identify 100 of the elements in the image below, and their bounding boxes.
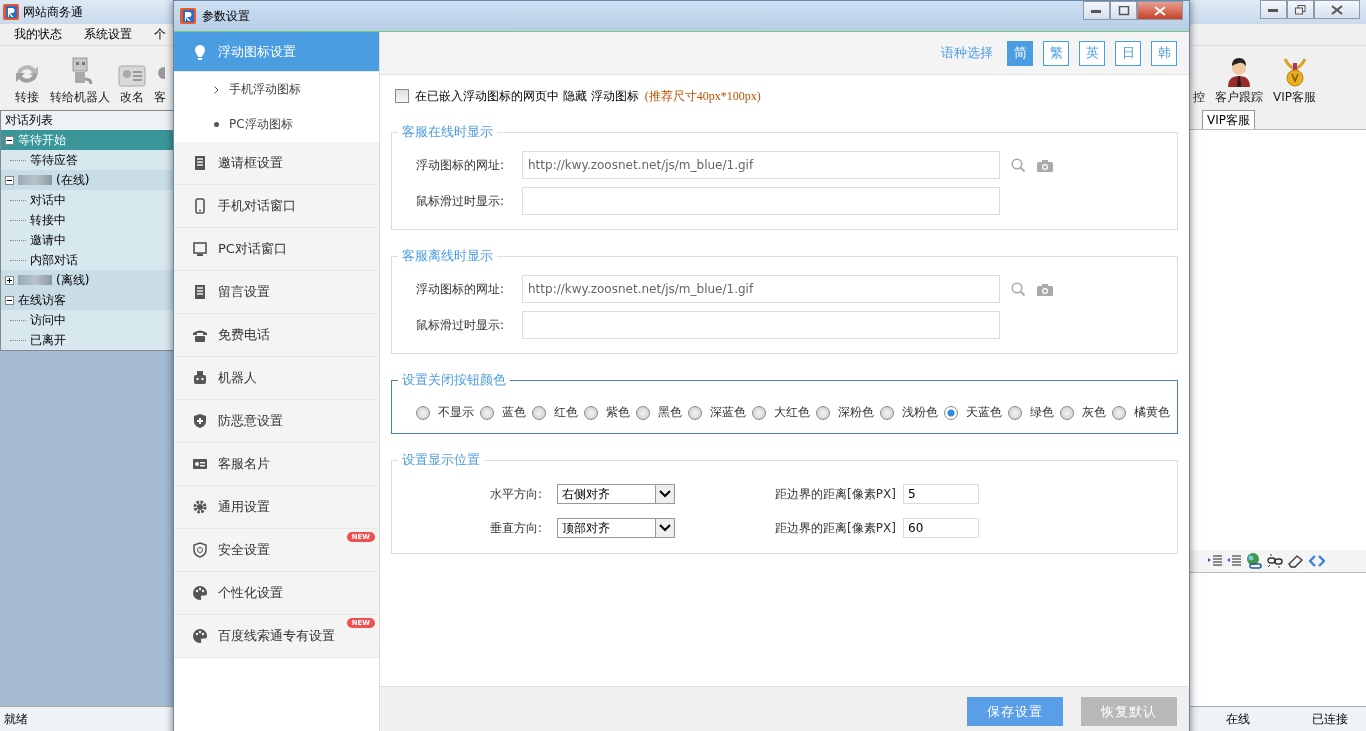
- toolbar-button[interactable]: 客: [154, 61, 166, 106]
- collapse-icon[interactable]: [5, 135, 14, 145]
- radio-button[interactable]: [584, 405, 598, 420]
- radio-label: 黑色: [658, 404, 682, 421]
- search-icon[interactable]: [1011, 281, 1026, 297]
- close-button[interactable]: [1314, 0, 1360, 19]
- close-button[interactable]: [1137, 1, 1183, 20]
- group-title: 客服离线时显示: [401, 247, 494, 265]
- radio-button[interactable]: [880, 405, 894, 420]
- menu-icon: [192, 585, 208, 601]
- tree-item[interactable]: 等待应答: [1, 150, 177, 170]
- radio-button[interactable]: [636, 405, 650, 420]
- hover-text-field[interactable]: [522, 311, 1000, 339]
- minimize-button[interactable]: [1260, 0, 1287, 19]
- code-icon[interactable]: [1309, 555, 1325, 567]
- radio-button[interactable]: [532, 405, 546, 420]
- window-title: 网站商务通: [23, 3, 83, 21]
- tree-item[interactable]: 对话中: [1, 190, 177, 210]
- globe-link-icon[interactable]: [1246, 553, 1262, 569]
- checkbox[interactable]: [395, 89, 409, 103]
- sidebar-item[interactable]: 通用设置: [174, 486, 379, 529]
- tree-item[interactable]: 转接中: [1, 210, 177, 230]
- radio-label: 深粉色: [838, 404, 874, 421]
- connection-status: 已连接: [1312, 710, 1348, 728]
- outdent-icon[interactable]: [1227, 555, 1241, 567]
- field-label: 水平方向:: [488, 485, 542, 503]
- radio-button[interactable]: [688, 405, 702, 420]
- hover-text-field[interactable]: [522, 187, 1000, 215]
- menu-icon: [192, 370, 208, 386]
- field-label: 鼠标滑过时显示:: [415, 316, 506, 334]
- radio-label: 橘黄色: [1134, 404, 1170, 421]
- menu-item[interactable]: 系统设置: [84, 26, 132, 43]
- blurred-name: [18, 175, 52, 185]
- sidebar-item[interactable]: 免费电话: [174, 314, 379, 357]
- menu-item[interactable]: 个: [154, 26, 166, 43]
- tree-item[interactable]: 访问中: [1, 310, 177, 330]
- sidebar-item[interactable]: PC对话窗口: [174, 228, 379, 271]
- menu-icon: [192, 284, 208, 300]
- maximize-icon: [1117, 5, 1130, 16]
- minimize-button[interactable]: [1083, 1, 1110, 20]
- radio-label: 天蓝色: [966, 404, 1002, 421]
- menu-icon: [192, 241, 208, 257]
- field-label: 距边界的距离[像素PX]: [775, 519, 897, 537]
- presence-status: 在线: [1226, 710, 1250, 728]
- toolbar-button[interactable]: 转接: [12, 61, 42, 106]
- sidebar-item[interactable]: 客服名片: [174, 443, 379, 486]
- radio-button[interactable]: [480, 405, 494, 420]
- radio-button[interactable]: [944, 405, 958, 420]
- eraser-icon[interactable]: [1288, 554, 1304, 568]
- expand-icon[interactable]: [5, 275, 14, 285]
- radio-button[interactable]: [1112, 405, 1126, 420]
- toolbar-button[interactable]: VIP客服: [1273, 57, 1316, 106]
- status-text: 就绪: [4, 710, 28, 728]
- collapse-icon[interactable]: [5, 175, 14, 185]
- toolbar-button[interactable]: 控: [1193, 89, 1205, 106]
- tree-item[interactable]: 邀请中: [1, 230, 177, 250]
- field-label: 垂直方向:: [488, 519, 542, 537]
- sidebar-item[interactable]: 防恶意设置: [174, 400, 379, 443]
- sidebar-item[interactable]: 邀请框设置: [174, 142, 379, 185]
- field-label: 浮动图标的网址:: [415, 156, 506, 174]
- indent-icon[interactable]: [1208, 555, 1222, 567]
- tree-item[interactable]: 内部对话: [1, 250, 177, 270]
- tree-item[interactable]: 已离开: [1, 330, 177, 350]
- maximize-button[interactable]: [1110, 1, 1137, 20]
- dropdown[interactable]: 右侧对齐: [557, 484, 675, 504]
- camera-icon[interactable]: [1037, 158, 1053, 172]
- app-logo-icon: [3, 4, 19, 20]
- app-logo-icon: [180, 8, 196, 24]
- tab[interactable]: VIP客服: [1202, 110, 1255, 129]
- radio-button[interactable]: [816, 405, 830, 420]
- radio-label: 大红色: [774, 404, 810, 421]
- toolbar-button[interactable]: 转给机器人: [50, 57, 110, 106]
- menu-icon: [192, 155, 208, 171]
- radio-label: 紫色: [606, 404, 630, 421]
- menu-item[interactable]: 我的状态: [14, 26, 62, 43]
- toolbar-button[interactable]: 客户跟踪: [1215, 57, 1263, 106]
- search-icon[interactable]: [1011, 157, 1026, 173]
- sidebar-item[interactable]: 机器人: [174, 357, 379, 400]
- restore-button[interactable]: [1287, 0, 1314, 19]
- radio-label: 绿色: [1030, 404, 1054, 421]
- radio-button[interactable]: [1008, 405, 1022, 420]
- id-card-icon: [118, 63, 146, 87]
- dropdown[interactable]: 顶部对齐: [557, 518, 675, 538]
- radio-label: 红色: [554, 404, 578, 421]
- unlink-icon[interactable]: [1267, 554, 1283, 568]
- distance-field[interactable]: 60: [903, 518, 979, 538]
- distance-field[interactable]: 5: [903, 484, 979, 504]
- sidebar-item[interactable]: 手机对话窗口: [174, 185, 379, 228]
- url-field[interactable]: http://kwy.zoosnet.net/js/m_blue/1.gif: [522, 151, 1000, 179]
- radio-button[interactable]: [752, 405, 766, 420]
- sidebar-item[interactable]: 个性化设置: [174, 572, 379, 615]
- camera-icon[interactable]: [1037, 282, 1053, 296]
- radio-button[interactable]: [416, 405, 430, 420]
- collapse-icon[interactable]: [5, 295, 14, 305]
- sidebar-item[interactable]: 留言设置: [174, 271, 379, 314]
- restore-icon: [1294, 4, 1307, 15]
- url-field[interactable]: http://kwy.zoosnet.net/js/m_blue/1.gif: [522, 275, 1000, 303]
- radio-button[interactable]: [1060, 405, 1074, 420]
- group-title: 设置关闭按钮颜色: [401, 371, 507, 389]
- toolbar-button[interactable]: 改名: [118, 63, 146, 106]
